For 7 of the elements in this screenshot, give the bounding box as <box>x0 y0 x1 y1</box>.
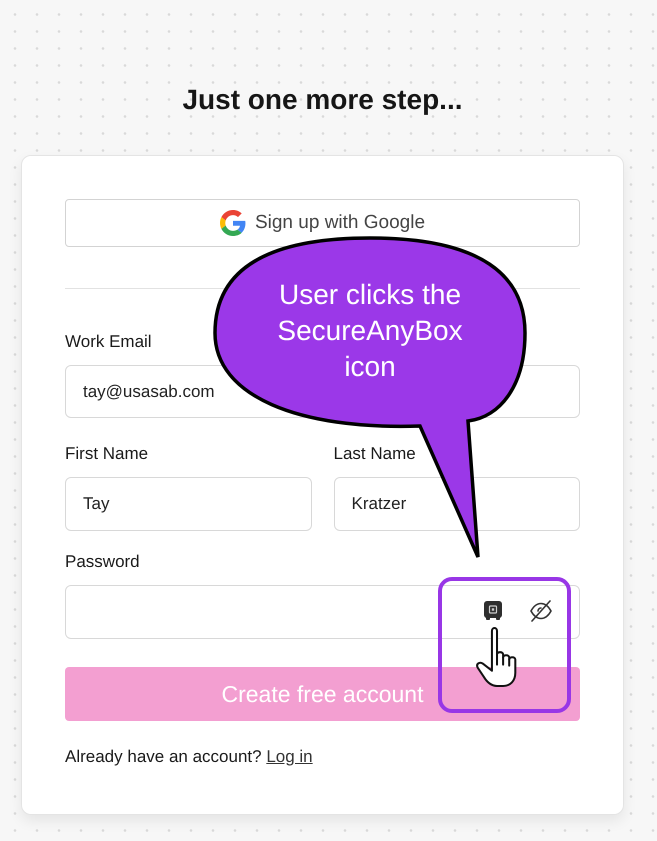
page-heading: Just one more step... <box>182 83 463 117</box>
field-label: First Name <box>65 443 148 465</box>
callout-text: User clicks the SecureAnyBox icon <box>276 278 464 384</box>
field-label: Last Name <box>334 443 416 465</box>
login-prompt: Already have an account? Log in <box>65 746 313 768</box>
field-label: Password <box>65 551 140 573</box>
field-label: Work Email <box>65 331 152 353</box>
